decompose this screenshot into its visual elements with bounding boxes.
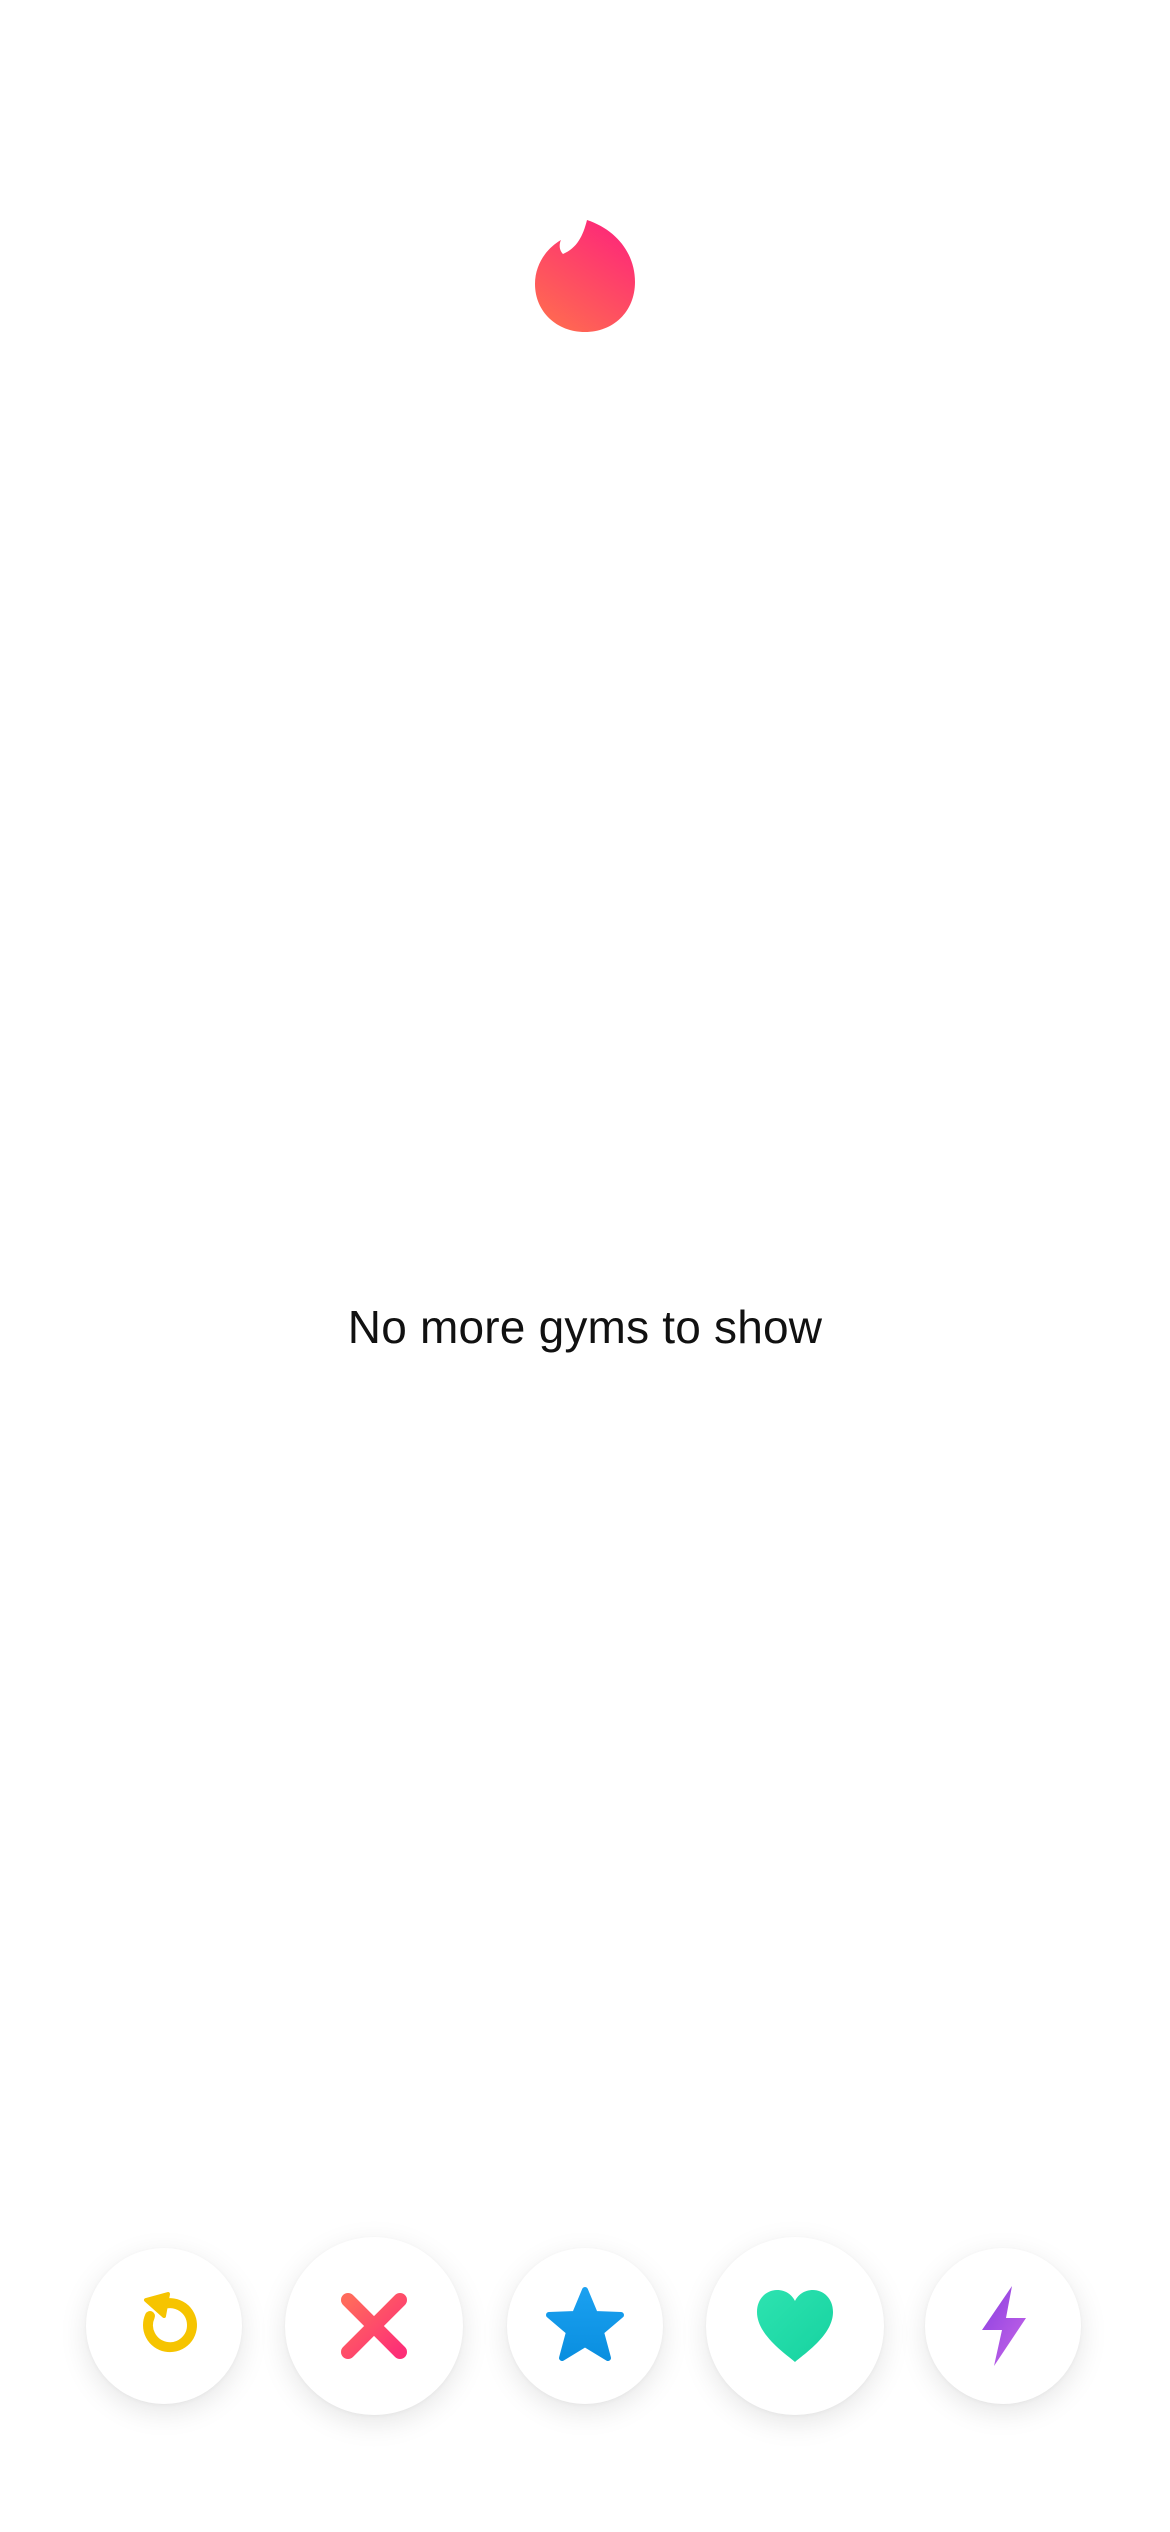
app-logo <box>535 218 635 334</box>
lightning-icon <box>982 2286 1026 2366</box>
like-button[interactable] <box>706 2237 884 2415</box>
star-icon <box>546 2287 624 2361</box>
rewind-icon <box>143 2292 197 2353</box>
nope-button[interactable] <box>285 2237 463 2415</box>
close-icon <box>341 2293 407 2359</box>
empty-state-message: No more gyms to show <box>347 1301 823 1353</box>
heart-icon <box>757 2290 833 2362</box>
super-like-button[interactable] <box>507 2248 663 2404</box>
rewind-button[interactable] <box>86 2248 242 2404</box>
boost-button[interactable] <box>925 2248 1081 2404</box>
flame-icon <box>535 220 635 332</box>
action-bar <box>0 2236 1170 2416</box>
